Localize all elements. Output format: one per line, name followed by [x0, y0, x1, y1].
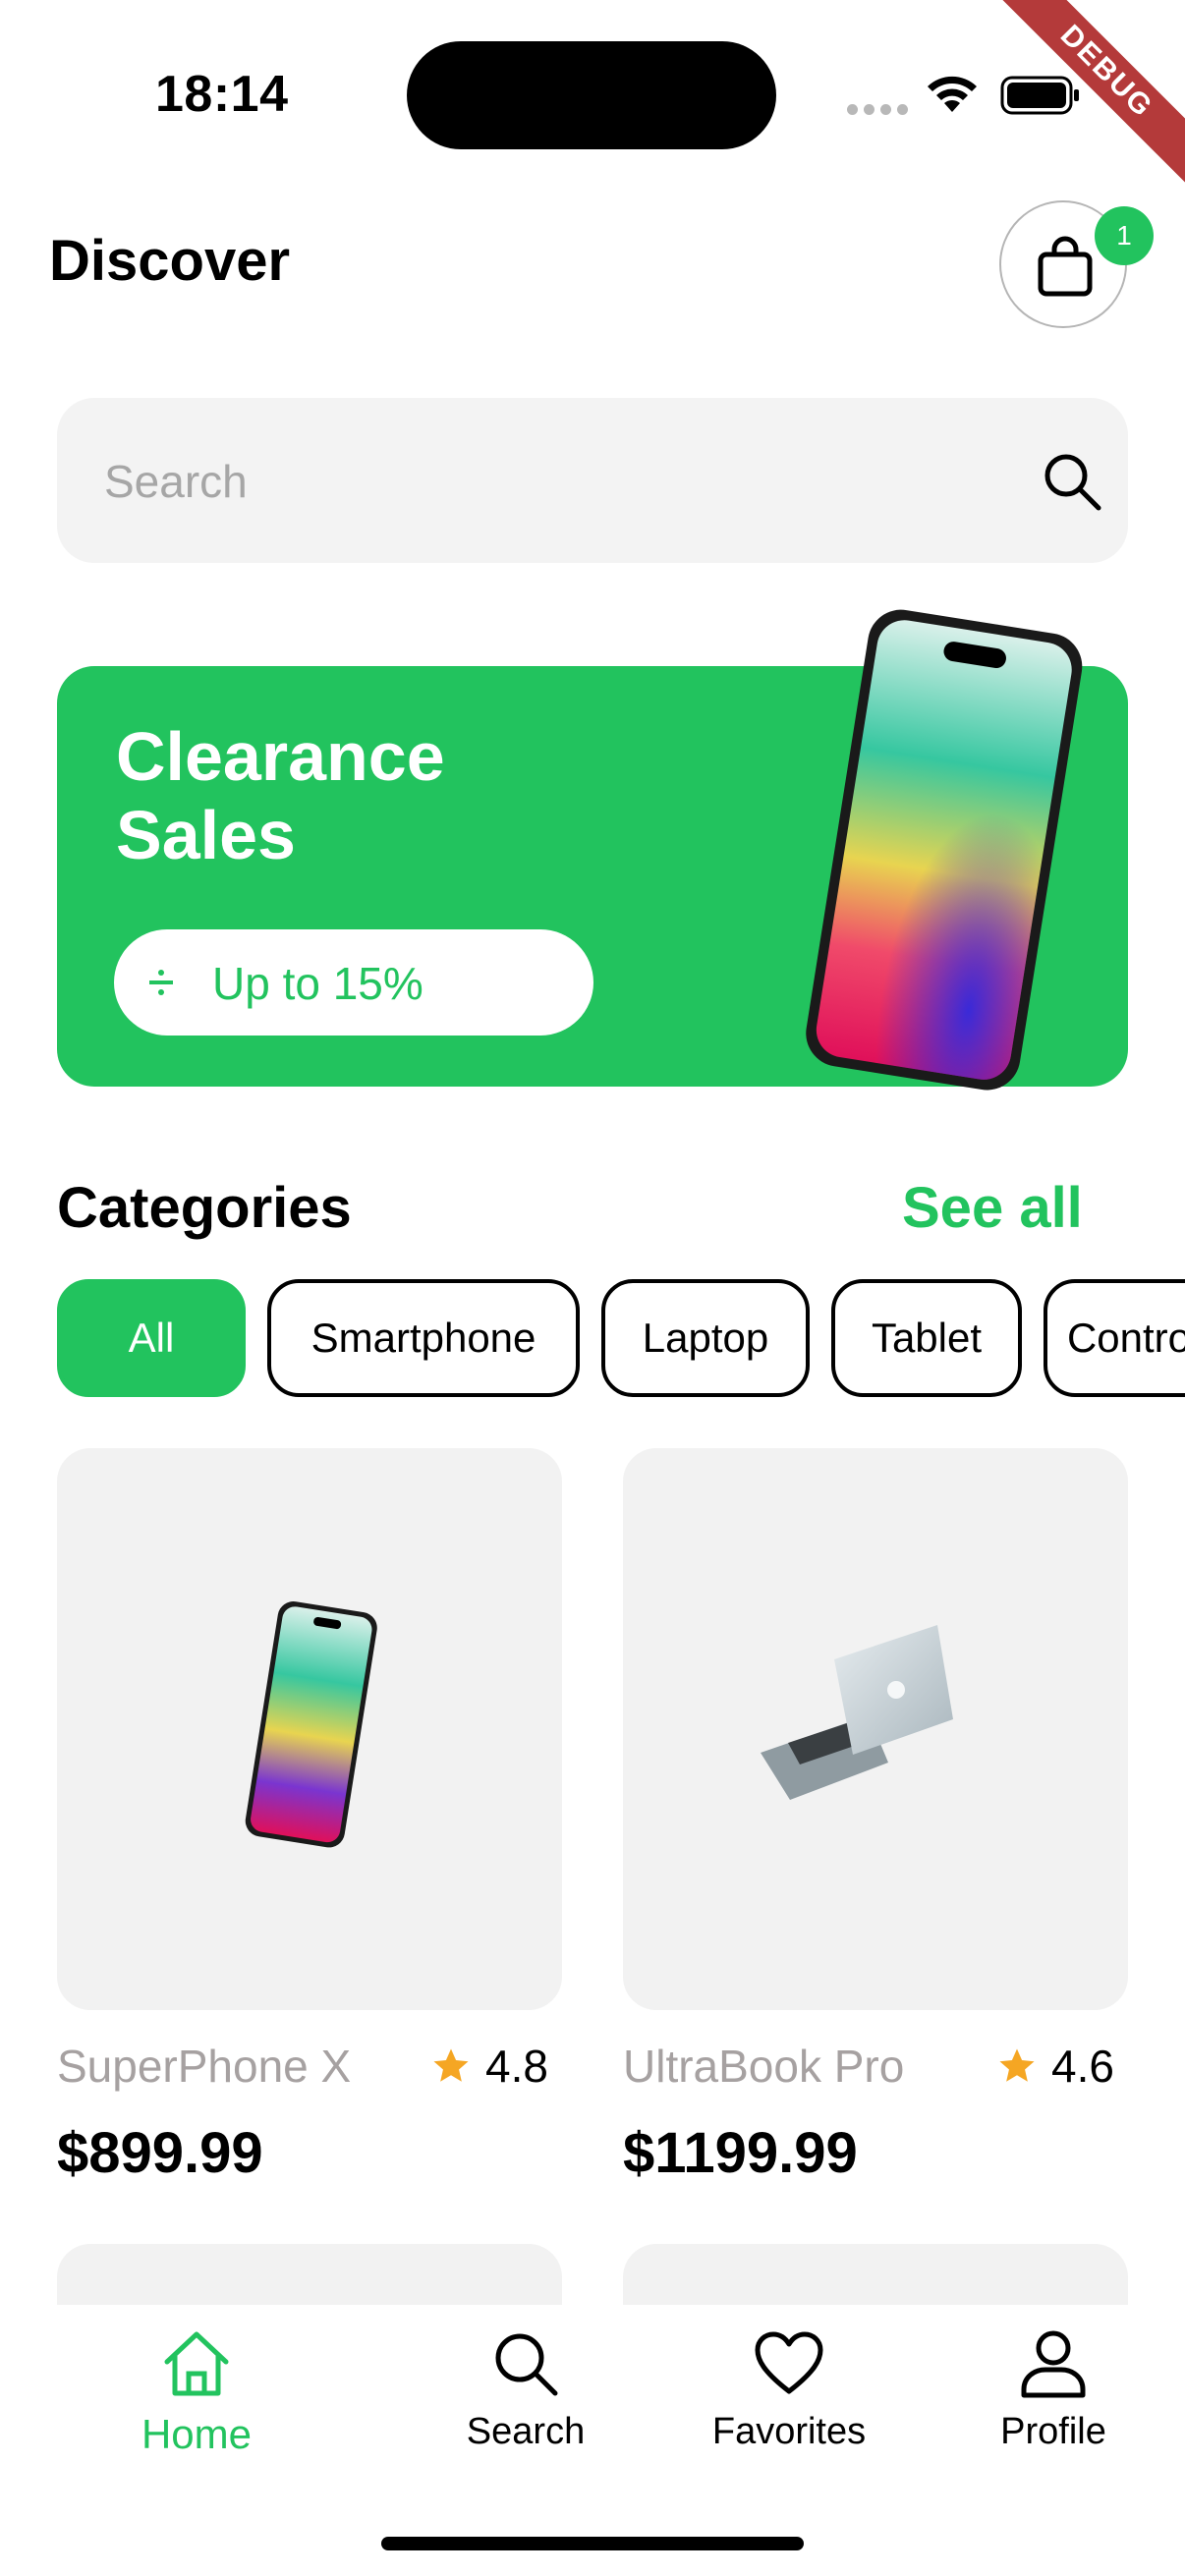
- categories-title: Categories: [57, 1176, 352, 1240]
- home-icon: [164, 2331, 229, 2396]
- nav-label: Home: [141, 2411, 253, 2457]
- cart-count-badge: 1: [1095, 206, 1154, 265]
- percent-icon: [149, 970, 173, 995]
- product-price: $1199.99: [623, 2121, 858, 2185]
- product-name: SuperPhone X: [57, 2041, 352, 2092]
- dynamic-island: [407, 41, 776, 149]
- user-icon: [1021, 2330, 1086, 2398]
- product-rating: 4.8: [430, 2040, 548, 2093]
- product-rating: 4.6: [996, 2040, 1114, 2093]
- rating-value: 4.6: [1051, 2041, 1114, 2092]
- promo-pill-button[interactable]: Up to 15%: [114, 929, 593, 1036]
- nav-item-home[interactable]: Home: [88, 2326, 305, 2458]
- category-chip-smartphone[interactable]: Smartphone: [267, 1279, 580, 1397]
- status-time: 18:14: [155, 66, 289, 123]
- bottom-nav: Home Search Favorites Profile: [0, 2305, 1185, 2576]
- category-chip-tablet[interactable]: Tablet: [831, 1279, 1022, 1397]
- cellular-signal-icon: [847, 104, 908, 115]
- product-price: $899.99: [57, 2121, 263, 2185]
- product-image: [761, 1625, 953, 1800]
- shopping-bag-icon: [1038, 236, 1093, 297]
- nav-label: Favorites: [711, 2411, 867, 2452]
- status-bar: 18:14 DEBUG: [0, 0, 1185, 193]
- search-icon[interactable]: [1040, 449, 1104, 514]
- category-chip-all[interactable]: All: [57, 1279, 246, 1397]
- search-bar[interactable]: [57, 398, 1128, 563]
- category-chip-laptop[interactable]: Laptop: [601, 1279, 810, 1397]
- page-title: Discover: [49, 229, 291, 293]
- product-image: [245, 1601, 377, 1848]
- rating-value: 4.8: [485, 2041, 548, 2092]
- nav-item-profile[interactable]: Profile: [945, 2326, 1161, 2453]
- product-card-superphone[interactable]: [57, 1448, 562, 2010]
- product-card-ultrabook[interactable]: [623, 1448, 1128, 2010]
- search-icon: [495, 2333, 558, 2396]
- see-all-link[interactable]: See all: [902, 1175, 1083, 1241]
- nav-label: Search: [466, 2411, 586, 2452]
- wifi-icon: [928, 76, 977, 112]
- nav-item-search[interactable]: Search: [418, 2326, 634, 2453]
- star-icon: [999, 2048, 1035, 2082]
- debug-ribbon: DEBUG: [988, 0, 1185, 196]
- product-name: UltraBook Pro: [623, 2041, 905, 2092]
- smartphone-image: [806, 609, 1083, 1091]
- nav-item-favorites[interactable]: Favorites: [681, 2326, 897, 2453]
- category-chip-controller[interactable]: Controller: [1044, 1279, 1185, 1397]
- banner-title: Clearance Sales: [116, 718, 445, 873]
- nav-label: Profile: [1000, 2411, 1106, 2452]
- star-icon: [433, 2048, 469, 2082]
- search-input[interactable]: [104, 447, 988, 516]
- home-indicator: [381, 2537, 804, 2550]
- promo-text: Up to 15%: [212, 958, 423, 1009]
- category-chips: All Smartphone Laptop Tablet Controller: [57, 1279, 1185, 1399]
- heart-icon: [755, 2331, 823, 2394]
